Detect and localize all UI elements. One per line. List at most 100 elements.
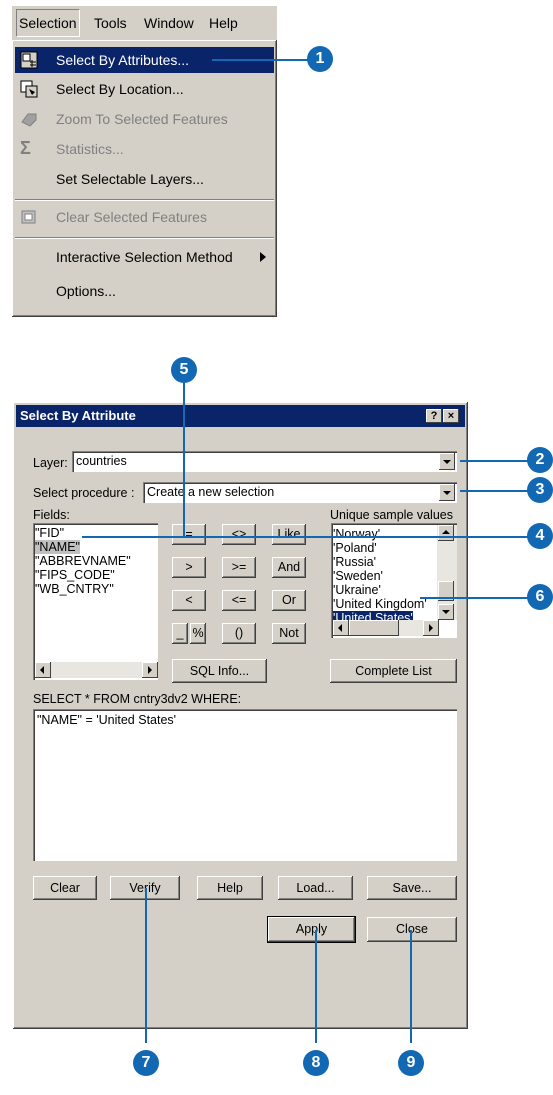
callout-1: 1 bbox=[307, 46, 333, 72]
list-item[interactable]: "NAME" bbox=[33, 540, 158, 554]
zoom-to-selected-icon bbox=[21, 113, 37, 127]
menu-item-label: Interactive Selection Method bbox=[56, 249, 233, 265]
apply-button[interactable]: Apply bbox=[267, 916, 356, 943]
menu-item-set-selectable-layers[interactable]: Set Selectable Layers... bbox=[15, 166, 274, 192]
operator-less-button[interactable]: < bbox=[172, 590, 206, 611]
callout-7: 7 bbox=[133, 1050, 159, 1076]
expression-text: "NAME" = 'United States' bbox=[37, 713, 177, 727]
menu-item-label: Select By Location... bbox=[56, 81, 184, 97]
operator-parentheses-button[interactable]: () bbox=[222, 623, 256, 644]
procedure-label: Select procedure : bbox=[33, 486, 135, 500]
scroll-right-button[interactable] bbox=[423, 620, 439, 636]
operator-not-equal-button[interactable]: <> bbox=[222, 524, 256, 545]
callout-8: 8 bbox=[303, 1050, 329, 1076]
menu-separator bbox=[15, 237, 274, 239]
expression-textarea[interactable]: "NAME" = 'United States' bbox=[33, 709, 457, 861]
menu-help[interactable]: Help bbox=[209, 6, 238, 40]
callout-line-2 bbox=[460, 460, 535, 462]
load-button[interactable]: Load... bbox=[278, 876, 353, 900]
procedure-dropdown[interactable]: Create a new selection bbox=[143, 482, 457, 503]
callout-line-9 bbox=[410, 930, 412, 1043]
unique-values-list[interactable]: 'Norway' 'Poland' 'Russia' 'Sweden' 'Ukr… bbox=[331, 523, 457, 638]
operator-like-button[interactable]: Like bbox=[272, 524, 306, 545]
scroll-up-button[interactable] bbox=[438, 525, 454, 541]
list-item[interactable]: "WB_CNTRY" bbox=[33, 582, 158, 596]
menu-item-interactive-selection-method[interactable]: Interactive Selection Method bbox=[15, 244, 274, 270]
callout-line-3 bbox=[460, 490, 535, 492]
menu-item-select-by-location[interactable]: Select By Location... bbox=[15, 76, 274, 102]
submenu-arrow-icon bbox=[260, 252, 266, 262]
close-title-button[interactable]: × bbox=[443, 409, 459, 423]
operator-underscore-button[interactable]: _ bbox=[172, 623, 188, 644]
callout-3: 3 bbox=[527, 477, 553, 503]
scroll-left-button[interactable] bbox=[333, 620, 349, 636]
unique-values-label: Unique sample values bbox=[330, 508, 453, 522]
menu-item-label: Zoom To Selected Features bbox=[56, 111, 228, 127]
selection-menu: Select By Attributes... Select By Locati… bbox=[12, 40, 277, 317]
callout-5: 5 bbox=[171, 357, 197, 383]
fields-label: Fields: bbox=[33, 508, 70, 522]
clear-button[interactable]: Clear bbox=[33, 876, 97, 900]
menu-item-label: Select By Attributes... bbox=[56, 52, 190, 68]
fields-list[interactable]: "FID" "NAME" "ABBREVNAME" "FIPS_CODE" "W… bbox=[33, 523, 158, 680]
callout-line-5 bbox=[183, 383, 185, 536]
chevron-down-icon[interactable] bbox=[439, 453, 455, 470]
complete-list-button[interactable]: Complete List bbox=[330, 659, 457, 683]
scroll-left-button[interactable] bbox=[35, 662, 51, 678]
menu-window[interactable]: Window bbox=[144, 6, 194, 40]
scroll-right-button[interactable] bbox=[142, 662, 158, 678]
operator-equals-button[interactable]: = bbox=[172, 524, 206, 545]
layer-label: Layer: bbox=[33, 456, 68, 470]
procedure-value: Create a new selection bbox=[147, 485, 275, 499]
save-button[interactable]: Save... bbox=[367, 876, 457, 900]
menu-bar: Selection Tools Window Help bbox=[12, 6, 277, 40]
operator-less-equal-button[interactable]: <= bbox=[222, 590, 256, 611]
operator-percent-button[interactable]: % bbox=[190, 623, 206, 644]
list-item[interactable]: "FIPS_CODE" bbox=[33, 568, 158, 582]
menu-item-label: Statistics... bbox=[56, 141, 124, 157]
clear-selected-icon bbox=[21, 210, 36, 224]
sql-info-button[interactable]: SQL Info... bbox=[172, 659, 267, 683]
callout-4: 4 bbox=[527, 523, 553, 549]
menu-item-label: Options... bbox=[56, 283, 116, 299]
list-item-selected[interactable]: "NAME" bbox=[35, 540, 80, 554]
close-button[interactable]: Close bbox=[367, 917, 457, 942]
menu-separator bbox=[15, 199, 274, 201]
menu-item-statistics[interactable]: Σ Statistics... bbox=[15, 136, 274, 162]
help-title-button[interactable]: ? bbox=[426, 409, 442, 423]
callout-line-4 bbox=[82, 536, 532, 538]
layer-dropdown[interactable]: countries bbox=[72, 451, 457, 472]
where-label: SELECT * FROM cntry3dv2 WHERE: bbox=[33, 692, 242, 706]
menu-selection[interactable]: Selection bbox=[16, 9, 80, 37]
operator-or-button[interactable]: Or bbox=[272, 590, 306, 611]
menu-item-zoom-to-selected[interactable]: Zoom To Selected Features bbox=[15, 106, 274, 132]
select-by-location-icon bbox=[20, 80, 38, 98]
operator-not-button[interactable]: Not bbox=[272, 623, 306, 644]
menu-item-label: Clear Selected Features bbox=[56, 209, 207, 225]
callout-line-6 bbox=[420, 597, 530, 599]
operator-greater-button[interactable]: > bbox=[172, 557, 206, 578]
values-hscrollbar[interactable] bbox=[333, 620, 439, 636]
scroll-thumb[interactable] bbox=[349, 620, 399, 636]
menu-item-clear-selected[interactable]: Clear Selected Features bbox=[15, 204, 274, 230]
list-item[interactable]: "ABBREVNAME" bbox=[33, 554, 158, 568]
dialog-title: Select By Attribute bbox=[20, 408, 136, 423]
menu-item-options[interactable]: Options... bbox=[15, 278, 274, 304]
callout-9: 9 bbox=[398, 1050, 424, 1076]
help-button[interactable]: Help bbox=[197, 876, 263, 900]
callout-line-8 bbox=[315, 930, 317, 1043]
fields-hscrollbar[interactable] bbox=[35, 662, 158, 678]
callout-2: 2 bbox=[527, 447, 553, 473]
sigma-icon: Σ bbox=[20, 138, 31, 158]
menu-item-label: Set Selectable Layers... bbox=[56, 171, 204, 187]
dialog-titlebar: Select By Attribute ? × bbox=[16, 405, 465, 427]
operator-greater-equal-button[interactable]: >= bbox=[222, 557, 256, 578]
operator-and-button[interactable]: And bbox=[272, 557, 306, 578]
callout-6: 6 bbox=[527, 584, 553, 610]
values-vscrollbar[interactable] bbox=[437, 525, 457, 620]
scroll-down-button[interactable] bbox=[438, 604, 454, 620]
layer-value: countries bbox=[76, 454, 127, 468]
menu-tools[interactable]: Tools bbox=[94, 6, 127, 40]
callout-line-1 bbox=[212, 59, 312, 61]
chevron-down-icon[interactable] bbox=[439, 484, 455, 501]
